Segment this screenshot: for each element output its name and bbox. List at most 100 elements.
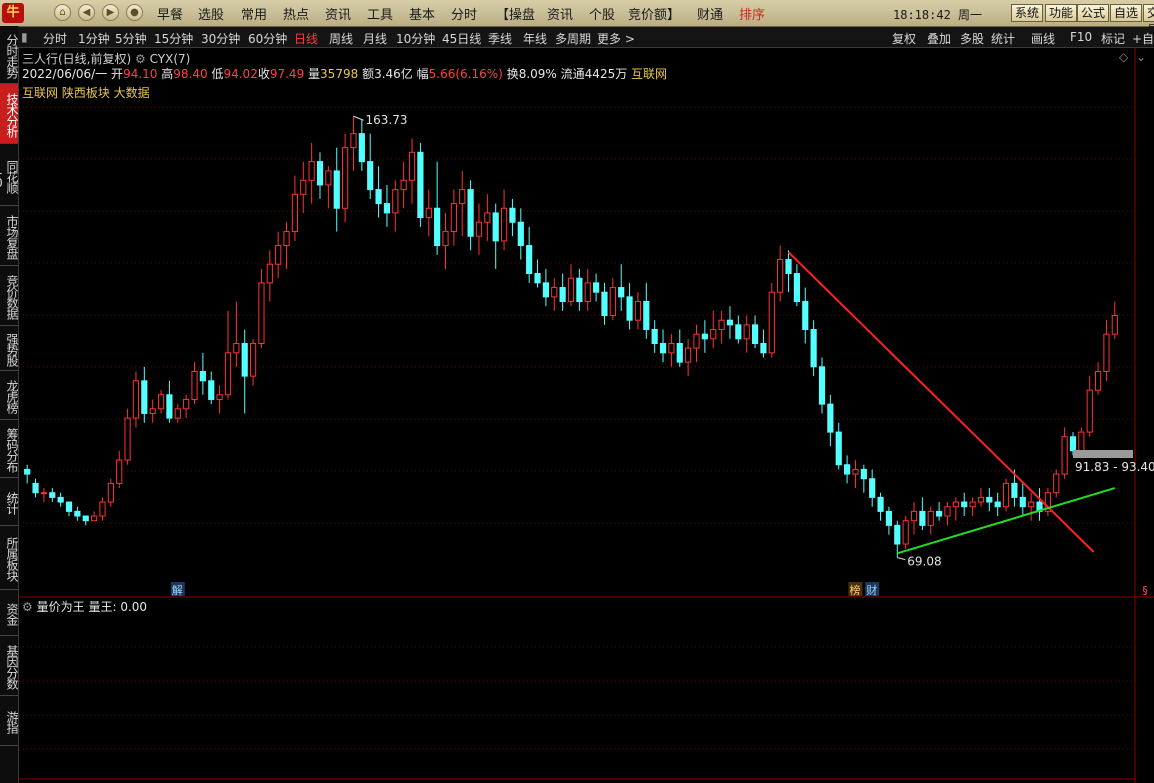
period-11[interactable]: 季线 — [488, 30, 512, 47]
menu-info[interactable]: 资讯 — [547, 4, 573, 23]
left-tab-0[interactable]: 分时走势 — [0, 26, 19, 84]
menu-sort[interactable]: 排序 — [739, 4, 765, 23]
candle-down — [593, 282, 600, 293]
left-tab-2[interactable]: 同花顺10 — [0, 144, 19, 206]
menu-trading-desk[interactable]: 【操盘 — [496, 4, 535, 23]
candle-down — [375, 189, 382, 205]
candle-up — [743, 324, 750, 340]
candle-down — [82, 515, 89, 522]
left-tab-7[interactable]: 筹码分布 — [0, 420, 19, 478]
candle-down — [735, 324, 742, 340]
left-tab-11[interactable]: 基因分数 — [0, 636, 19, 696]
menu-common[interactable]: 常用 — [241, 4, 267, 23]
candle-up — [350, 133, 357, 149]
menu-individual-stock[interactable]: 个股 — [589, 4, 615, 23]
period-4[interactable]: 30分钟 — [201, 30, 240, 47]
sub-settings-icon[interactable]: ⚙ — [22, 600, 33, 614]
left-tab-6[interactable]: 龙虎榜 — [0, 371, 19, 420]
menu-breakfast[interactable]: 早餐 — [157, 4, 183, 23]
period-6[interactable]: 日线 — [294, 30, 318, 47]
period-8[interactable]: 月线 — [363, 30, 387, 47]
home-icon[interactable]: ⌂ — [54, 4, 71, 21]
menu-news[interactable]: 资讯 — [325, 4, 351, 23]
candle-down — [894, 524, 901, 545]
app-logo-icon[interactable]: 牛 — [2, 3, 24, 23]
period-2[interactable]: 5分钟 — [115, 30, 147, 47]
period-14[interactable]: 更多 > — [597, 30, 635, 47]
formula-button[interactable]: 公式 — [1077, 4, 1110, 22]
candle-up — [325, 170, 332, 186]
candle-up — [157, 394, 165, 410]
candle-down — [860, 468, 867, 480]
candle-down — [919, 510, 926, 526]
candle-up — [1111, 315, 1118, 335]
menu-timeshare[interactable]: 分时 — [451, 4, 477, 23]
candle-up — [442, 231, 449, 247]
left-tab-8[interactable]: 统计 — [0, 478, 19, 526]
candle-down — [843, 464, 851, 475]
candle-up — [392, 189, 399, 214]
candle-down — [618, 287, 625, 298]
period-5[interactable]: 60分钟 — [248, 30, 287, 47]
left-tab-strip: 分时走势技术分析同花顺10市场复盘竞价数据强势股龙虎榜筹码分布统计所属板块资金基… — [0, 26, 19, 783]
left-tab-1[interactable]: 技术分析 — [0, 84, 19, 144]
menu-tools[interactable]: 工具 — [367, 4, 393, 23]
candle-up — [718, 319, 725, 330]
candle-up — [668, 342, 675, 354]
period-9[interactable]: 10分钟 — [396, 30, 435, 47]
period-13[interactable]: 多周期 — [555, 30, 591, 47]
system-button[interactable]: 系统 — [1011, 4, 1044, 22]
left-tab-10[interactable]: 资金 — [0, 590, 19, 636]
tool-3[interactable]: 统计 — [991, 30, 1015, 47]
left-tab-12[interactable]: 游指 — [0, 696, 19, 746]
left-tab-5[interactable]: 强势股 — [0, 326, 19, 371]
tool-6[interactable]: 标记 — [1101, 30, 1125, 47]
menu-caitong[interactable]: 财通 — [697, 4, 723, 23]
period-3[interactable]: 15分钟 — [154, 30, 193, 47]
sub-indicator-title[interactable]: 量价为王 — [37, 600, 85, 614]
menu-auction-amount[interactable]: 竞价额】 — [628, 4, 680, 23]
candle-up — [910, 510, 918, 522]
candle-up — [852, 468, 859, 475]
candle-down — [24, 468, 31, 475]
candle-down — [333, 170, 340, 209]
period-7[interactable]: 周线 — [329, 30, 353, 47]
candle-up — [484, 212, 491, 223]
menu-stock-picking[interactable]: 选股 — [198, 4, 224, 23]
refresh-icon[interactable]: ● — [126, 4, 143, 21]
tool-0[interactable]: 复权 — [892, 30, 916, 47]
candle-down — [802, 301, 809, 330]
watchlist-button[interactable]: 自选 — [1110, 4, 1143, 22]
candle-down — [576, 277, 583, 303]
candle-up — [342, 147, 349, 209]
candle-down — [1019, 496, 1026, 508]
left-tab-3[interactable]: 市场复盘 — [0, 206, 19, 266]
period-1[interactable]: 1分钟 — [78, 30, 110, 47]
candle-down — [701, 333, 708, 340]
price-box-bar — [1073, 450, 1133, 458]
candle-up — [1061, 436, 1068, 475]
kline-chart[interactable]: 163.7369.0891.83 - 93.40解榜财§涨 — [19, 47, 1154, 783]
candle-up — [99, 501, 106, 517]
collapse-icon[interactable]: ▮ — [21, 30, 28, 44]
tool-2[interactable]: 多股 — [960, 30, 984, 47]
tool-4[interactable]: 画线 — [1031, 30, 1055, 47]
tool-1[interactable]: 叠加 — [927, 30, 951, 47]
function-button[interactable]: 功能 — [1045, 4, 1078, 22]
left-tab-4[interactable]: 竞价数据 — [0, 266, 19, 326]
candle-down — [651, 329, 658, 344]
period-10[interactable]: 45日线 — [442, 30, 481, 47]
candle-up — [40, 492, 48, 495]
period-12[interactable]: 年线 — [523, 30, 547, 47]
period-0[interactable]: 分时 — [43, 30, 67, 47]
back-icon[interactable]: ◀ — [78, 4, 95, 21]
left-tab-9[interactable]: 所属板块 — [0, 526, 19, 590]
trade-button[interactable]: 交易 — [1143, 4, 1154, 37]
candle-down — [818, 366, 826, 405]
menu-fundamentals[interactable]: 基本 — [409, 4, 435, 23]
tool-7[interactable]: +自 — [1132, 30, 1154, 47]
forward-icon[interactable]: ▶ — [102, 4, 119, 21]
tool-5[interactable]: F10 — [1070, 30, 1092, 44]
candle-up — [116, 459, 123, 484]
menu-hotspot[interactable]: 热点 — [283, 4, 309, 23]
